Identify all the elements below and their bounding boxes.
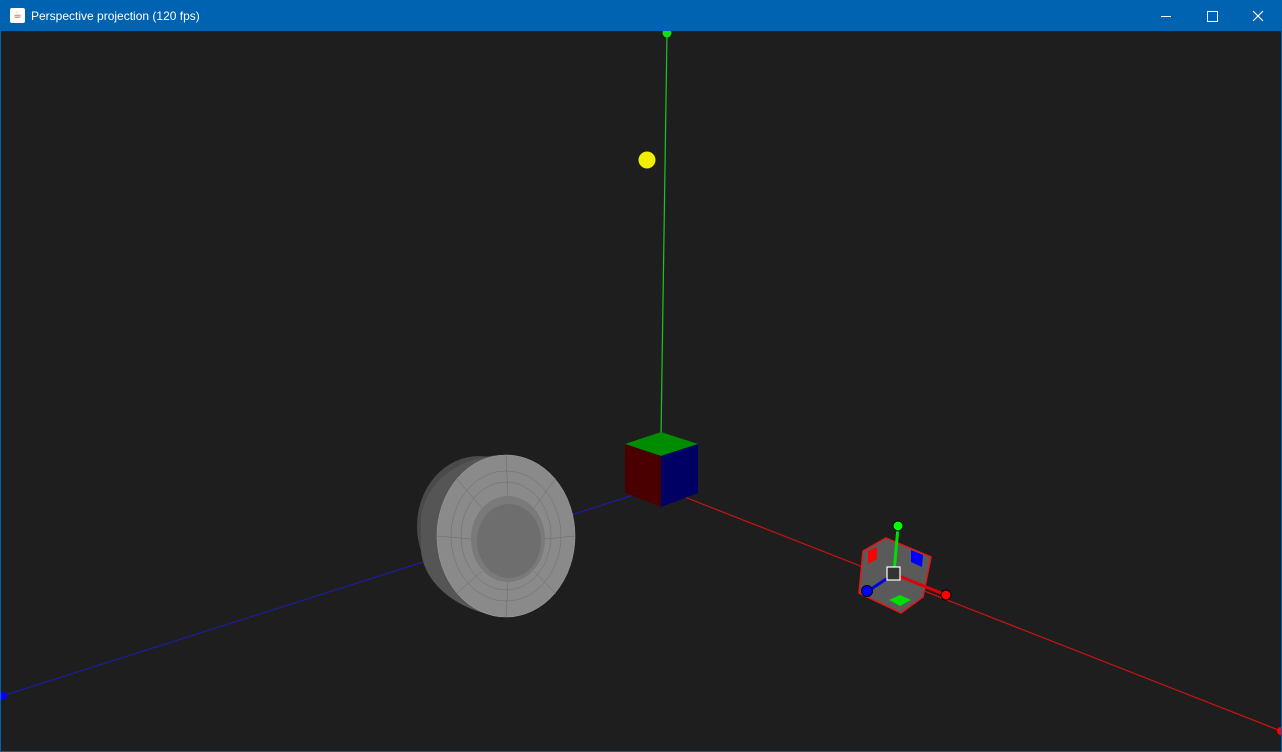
selected-object[interactable] <box>858 520 952 614</box>
close-button[interactable] <box>1235 1 1281 31</box>
y-axis-endpoint[interactable] <box>662 31 672 38</box>
maximize-icon <box>1206 10 1218 22</box>
minimize-icon <box>1161 15 1171 17</box>
gizmo-z-handle[interactable] <box>861 585 873 597</box>
origin-cube[interactable] <box>625 432 698 507</box>
3d-viewport[interactable] <box>1 31 1281 751</box>
window-title: Perspective projection (120 fps) <box>31 9 200 23</box>
y-axis-line <box>660 32 668 437</box>
z-axis-endpoint[interactable] <box>1 692 7 700</box>
minimize-button[interactable] <box>1143 1 1189 31</box>
app-window: ☕ Perspective projection (120 fps) <box>0 0 1282 752</box>
torus-mesh[interactable] <box>417 454 576 618</box>
gizmo-x-handle[interactable] <box>940 589 952 601</box>
close-icon <box>1252 10 1264 22</box>
java-cup-icon: ☕ <box>10 8 25 23</box>
gizmo-center-handle[interactable] <box>886 566 901 581</box>
torus-hole <box>477 504 541 578</box>
maximize-button[interactable] <box>1189 1 1235 31</box>
x-axis-endpoint[interactable] <box>1277 727 1281 735</box>
light-source-icon[interactable] <box>638 151 656 169</box>
scene-canvas[interactable] <box>1 31 1281 751</box>
title-bar[interactable]: ☕ Perspective projection (120 fps) <box>1 1 1281 31</box>
gizmo-y-handle[interactable] <box>892 520 904 532</box>
x-axis-line <box>658 486 1281 732</box>
